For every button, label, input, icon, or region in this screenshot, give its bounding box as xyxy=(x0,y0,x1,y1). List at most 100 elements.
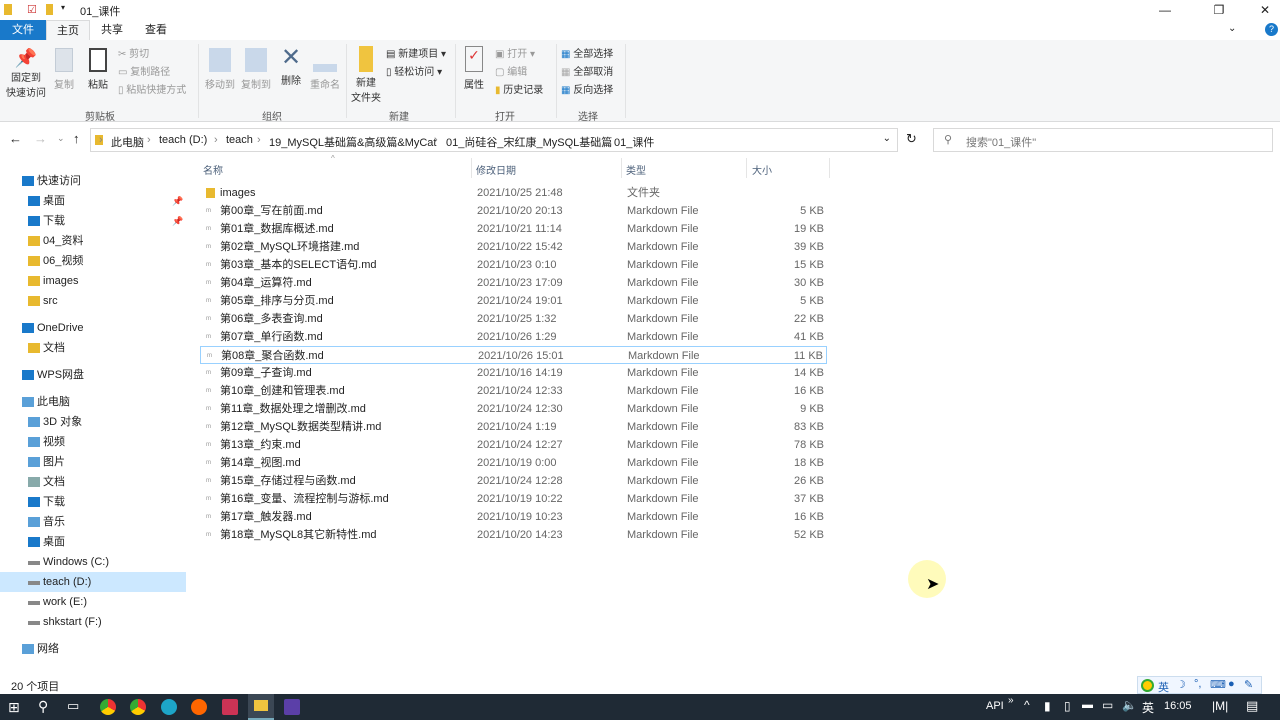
file-row[interactable]: ᵐ 第07章_单行函数.md 2021/10/26 1:29 Markdown Fil… xyxy=(200,328,827,346)
pin-icon[interactable]: 📌 xyxy=(172,211,183,231)
api-label[interactable]: API xyxy=(986,700,1004,712)
sidebar-item[interactable]: 视频 xyxy=(0,432,186,452)
column-divider[interactable] xyxy=(829,158,830,178)
pin-to-quick-access-button[interactable]: 📌 固定到 快速访问 xyxy=(4,48,48,99)
volume-icon[interactable]: 🔈 xyxy=(1122,698,1137,712)
file-explorer-taskbar-button[interactable] xyxy=(248,694,274,720)
ime-punctuation-icon[interactable]: °, xyxy=(1194,678,1201,690)
tab-share[interactable]: 共享 xyxy=(90,20,134,40)
file-row[interactable]: ᵐ 第15章_存储过程与函数.md 2021/10/24 12:28 Markdown… xyxy=(200,472,827,490)
file-row[interactable]: ᵐ 第13章_约束.md 2021/10/24 12:27 Markdown File… xyxy=(200,436,827,454)
close-button[interactable]: ✕ xyxy=(1242,0,1280,20)
ime-toolbar[interactable]: 英 ☽ °, ⌨ ● ✎ xyxy=(1137,676,1262,694)
file-row[interactable]: ᵐ 第00章_写在前面.md 2021/10/20 20:13 Markdown Fi… xyxy=(200,202,827,220)
new-folder-button[interactable]: 新建 文件夹 xyxy=(350,46,382,104)
help-icon[interactable]: ? xyxy=(1265,23,1278,36)
paste-button[interactable]: 粘贴 xyxy=(84,48,112,91)
new-folder-quick-icon[interactable] xyxy=(46,4,53,15)
sidebar-item[interactable]: 下载 xyxy=(0,492,186,512)
notification-center-icon[interactable]: ▤ xyxy=(1246,698,1258,714)
file-row[interactable]: ᵐ 第12章_MySQL数据类型精讲.md 2021/10/24 1:19 Markd… xyxy=(200,418,827,436)
column-date-header[interactable]: 修改日期 xyxy=(476,162,516,177)
breadcrumb-item[interactable]: 此电脑 xyxy=(111,134,144,150)
chrome-icon[interactable] xyxy=(130,699,146,715)
back-arrow-icon[interactable]: ← xyxy=(9,131,22,146)
sidebar-item[interactable]: 此电脑 xyxy=(0,392,186,412)
open-button[interactable]: ▣ 打开 ▾ xyxy=(495,45,535,60)
breadcrumb-separator-icon[interactable]: › xyxy=(602,134,606,146)
move-to-button[interactable]: 移动到 xyxy=(203,48,237,91)
file-row[interactable]: ᵐ 第17章_触发器.md 2021/10/19 10:23 Markdown Fil… xyxy=(200,508,827,526)
sidebar-item[interactable]: 3D 对象 xyxy=(0,412,186,432)
show-hidden-icons-icon[interactable]: ^ xyxy=(1024,698,1030,712)
file-row[interactable]: ᵐ 第14章_视图.md 2021/10/19 0:00 Markdown File 1… xyxy=(200,454,827,472)
sidebar-item[interactable]: 06_视频 xyxy=(0,251,186,271)
sidebar-item[interactable]: OneDrive xyxy=(0,318,186,338)
network-icon[interactable]: ▭ xyxy=(1102,698,1113,712)
breadcrumb-separator-icon[interactable]: › xyxy=(147,134,151,146)
microphone-icon[interactable]: ▮ xyxy=(1044,699,1051,713)
file-row[interactable]: ᵐ 第05章_排序与分页.md 2021/10/24 19:01 Markdown F… xyxy=(200,292,827,310)
refresh-icon[interactable]: ↻ xyxy=(906,131,917,147)
sidebar-item[interactable]: 04_资料 xyxy=(0,231,186,251)
address-dropdown-icon[interactable]: ⌄ xyxy=(883,133,891,144)
column-divider[interactable] xyxy=(471,158,472,178)
breadcrumb-separator-icon[interactable]: › xyxy=(214,134,218,146)
sidebar-item[interactable]: 图片 xyxy=(0,452,186,472)
sidebar-item[interactable]: teach (D:) xyxy=(0,572,186,592)
tab-view[interactable]: 查看 xyxy=(134,20,178,40)
sidebar-item[interactable]: 音乐 xyxy=(0,512,186,532)
minimize-button[interactable]: — xyxy=(1142,0,1188,20)
sidebar-item[interactable]: 桌面 xyxy=(0,532,186,552)
windows-start-icon[interactable]: ⊞ xyxy=(8,699,20,716)
sidebar-item[interactable]: 文档 xyxy=(0,338,186,358)
sidebar-item[interactable]: images xyxy=(0,271,186,291)
sidebar-item[interactable]: 文档 xyxy=(0,472,186,492)
rename-button[interactable]: 重命名 xyxy=(308,48,342,91)
chrome-icon[interactable] xyxy=(100,699,116,715)
up-arrow-icon[interactable]: ↑ xyxy=(73,131,80,146)
sidebar-item[interactable]: src xyxy=(0,291,186,311)
ime-user-icon[interactable]: ● xyxy=(1228,678,1235,690)
breadcrumb-separator-icon[interactable]: › xyxy=(99,134,103,146)
file-row[interactable]: ᵐ 第18章_MySQL8其它新特性.md 2021/10/20 14:23 Mark… xyxy=(200,526,827,544)
sidebar-item[interactable]: 下载 📌 xyxy=(0,211,186,231)
sidebar-item[interactable]: 快速访问 xyxy=(0,171,186,191)
column-name-header[interactable]: 名称 xyxy=(203,162,223,177)
copy-path-button[interactable]: ▭ 复制路径 xyxy=(118,63,170,78)
column-divider[interactable] xyxy=(746,158,747,178)
select-all-button[interactable]: ▦ 全部选择 xyxy=(561,45,613,60)
delete-button[interactable]: ✕ 删除 xyxy=(277,44,305,87)
file-row[interactable]: ᵐ 第04章_运算符.md 2021/10/23 17:09 Markdown Fil… xyxy=(200,274,827,292)
file-row[interactable]: ᵐ 第02章_MySQL环境搭建.md 2021/10/22 15:42 Markdo… xyxy=(200,238,827,256)
breadcrumb-separator-icon[interactable]: › xyxy=(257,134,261,146)
easy-access-button[interactable]: ▯ 轻松访问 ▾ xyxy=(386,63,442,78)
tab-file[interactable]: 文件 xyxy=(0,20,46,40)
address-bar[interactable]: › 此电脑 › teach (D:) › teach › 19_MySQL基础篇&高级篇&My… xyxy=(90,128,898,152)
forward-arrow-icon[interactable]: → xyxy=(34,131,47,146)
maximize-button[interactable]: ❐ xyxy=(1196,0,1242,20)
copy-button[interactable]: 复制 xyxy=(50,48,78,91)
ime-language-label[interactable]: 英 xyxy=(1158,679,1169,695)
expand-ribbon-icon[interactable]: ⌄ xyxy=(1228,23,1236,34)
edge-icon[interactable] xyxy=(161,699,177,715)
column-divider[interactable] xyxy=(621,158,622,178)
invert-selection-button[interactable]: ▦ 反向选择 xyxy=(561,81,613,96)
tab-home[interactable]: 主页 xyxy=(46,20,90,40)
search-input[interactable]: ⚲ 搜索"01_课件" xyxy=(933,128,1273,152)
sidebar-item[interactable]: Windows (C:) xyxy=(0,552,186,572)
copy-to-button[interactable]: 复制到 xyxy=(239,48,273,91)
properties-button[interactable]: ✓ 属性 xyxy=(461,46,487,91)
edit-button[interactable]: ▢ 编辑 xyxy=(495,63,527,78)
breadcrumb-item[interactable]: 01_尚硅谷_宋红康_MySQL基础篇 xyxy=(446,134,612,150)
ime-settings-icon[interactable]: ✎ xyxy=(1244,678,1253,691)
file-row[interactable]: ᵐ 第01章_数据库概述.md 2021/10/21 11:14 Markdown F… xyxy=(200,220,827,238)
sidebar-item[interactable]: 网络 xyxy=(0,639,186,659)
properties-quick-icon[interactable]: ☑ xyxy=(27,3,37,16)
clock-time[interactable]: 16:05 xyxy=(1164,700,1192,712)
app-icon[interactable] xyxy=(284,699,300,715)
file-row[interactable]: ᵐ 第08章_聚合函数.md 2021/10/26 15:01 Markdown Fi… xyxy=(200,346,827,364)
breadcrumb-item[interactable]: teach (D:) xyxy=(159,134,207,146)
breadcrumb-item[interactable]: teach xyxy=(226,134,253,146)
recent-dropdown-icon[interactable]: ⌄ xyxy=(57,133,65,144)
